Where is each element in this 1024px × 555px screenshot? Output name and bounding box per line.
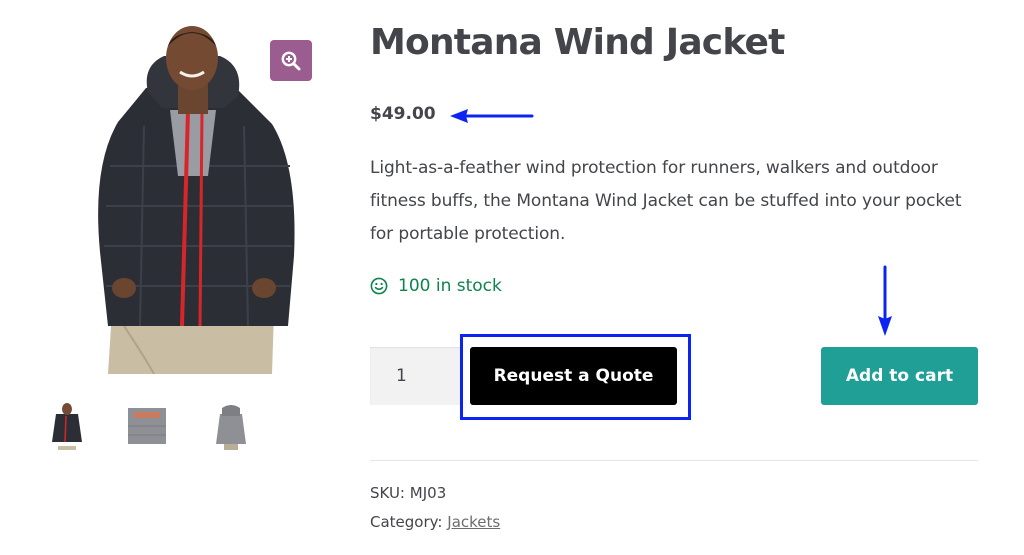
main-product-image[interactable] [84,26,300,374]
smiley-icon [370,277,388,295]
zoom-button[interactable] [270,40,312,81]
product-category: Category: Jackets [370,513,500,531]
quantity-input[interactable] [370,347,460,405]
product-gallery [0,0,340,555]
thumbnail-back[interactable] [208,402,254,450]
request-quote-button[interactable]: Request a Quote [470,347,677,405]
sku-value: MJ03 [409,484,447,502]
product-price: $49.00 [370,104,436,124]
annotation-arrow-down-icon [878,265,892,336]
category-label: Category: [370,513,443,531]
zoom-in-icon [281,51,301,70]
product-title: Montana Wind Jacket [370,22,785,63]
thumbnail-front[interactable] [44,402,90,450]
sku-label: SKU: [370,484,405,502]
category-link[interactable]: Jackets [447,513,500,531]
stock-status: 100 in stock [370,276,502,296]
divider [370,460,978,461]
add-to-cart-button[interactable]: Add to cart [821,347,978,405]
stock-text: 100 in stock [398,276,502,296]
annotation-arrow-left-icon [450,109,534,123]
product-description: Light-as-a-feather wind protection for r… [370,158,962,244]
thumbnail-folded[interactable] [124,402,170,450]
product-sku: SKU: MJ03 [370,484,446,502]
